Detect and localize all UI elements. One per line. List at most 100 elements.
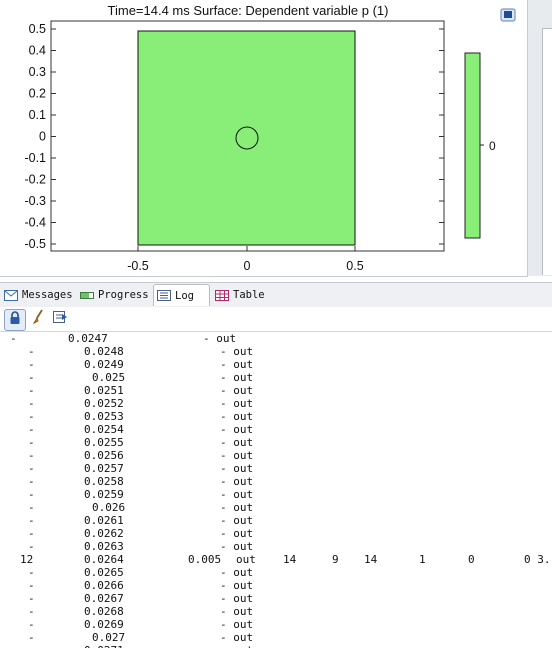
log-cell: -	[28, 644, 35, 648]
log-cell: 0.0257	[84, 462, 124, 475]
tab-label: Messages	[22, 289, 73, 301]
log-cell: - out	[220, 475, 254, 488]
colorbar-label: 0	[489, 139, 496, 153]
log-cell: - out	[220, 384, 254, 397]
log-row: - 0.0257 - out	[0, 462, 552, 475]
y-tick-label: 0.2	[29, 87, 46, 101]
log-cell: 0.0269	[84, 618, 124, 631]
clear-log-button[interactable]	[28, 308, 48, 330]
tab-progress[interactable]: Progress	[80, 285, 149, 305]
log-cell: 0	[468, 553, 475, 566]
log-cell: 0.026	[92, 501, 126, 514]
log-row: - 0.0256 - out	[0, 449, 552, 462]
log-cell: 0.0254	[84, 423, 124, 436]
tab-table[interactable]: Table	[215, 285, 265, 305]
log-row: - 0.026 - out	[0, 501, 552, 514]
log-cell: - out	[220, 605, 254, 618]
log-cell: -	[28, 475, 35, 488]
log-toolbar	[0, 307, 552, 332]
log-row: - 0.0247 - out	[0, 332, 552, 345]
log-cell: -	[28, 618, 35, 631]
log-row: - 0.0271 - out	[0, 644, 552, 648]
log-row: - 0.0249 - out	[0, 358, 552, 371]
log-row: - 0.0267 - out	[0, 592, 552, 605]
y-tick-label: 0.3	[29, 65, 46, 79]
x-tick-label: 0.5	[346, 259, 363, 273]
y-tick-label: 0	[39, 130, 46, 144]
log-icon	[157, 290, 171, 301]
log-cell: - out	[220, 644, 253, 648]
log-cell: - out	[220, 631, 254, 644]
x-tick-label: -0.5	[127, 259, 149, 273]
log-cell: 0.0256	[84, 449, 124, 462]
log-row: - 0.0251 - out	[0, 384, 552, 397]
log-cell: 0.0248	[84, 345, 124, 358]
lock-icon	[9, 310, 21, 330]
messages-icon	[4, 289, 18, 301]
log-cell: 0.025	[92, 371, 126, 384]
tab-label: Progress	[98, 289, 149, 301]
brush-icon	[31, 308, 45, 330]
y-tick-label: -0.2	[24, 173, 46, 187]
tab-messages[interactable]: Messages	[4, 285, 73, 305]
log-row: - 0.0261 - out	[0, 514, 552, 527]
surface-plot: Time=14.4 ms Surface: Dependent variable…	[24, 3, 516, 273]
log-cell: -	[28, 436, 35, 449]
export-log-button[interactable]	[50, 309, 70, 329]
log-cell: 12	[20, 553, 34, 566]
log-cell: - out	[220, 514, 254, 527]
log-cell: -	[28, 345, 35, 358]
log-cell: 9	[332, 553, 339, 566]
log-cell: 0.0266	[84, 579, 124, 592]
plot-title: Time=14.4 ms Surface: Dependent variable…	[108, 3, 389, 18]
log-cell: - out	[220, 345, 254, 358]
y-tick-label: 0.1	[29, 108, 46, 122]
log-cell: - out	[220, 371, 254, 384]
plot-panel: Time=14.4 ms Surface: Dependent variable…	[0, 0, 528, 277]
export-icon	[52, 310, 68, 329]
log-cell: - out	[220, 488, 254, 501]
log-cell: -	[28, 631, 35, 644]
surface-domain	[137, 30, 356, 246]
log-cell: - out	[220, 358, 254, 371]
log-row: - 0.027 - out	[0, 631, 552, 644]
log-cell: - out	[203, 332, 237, 345]
log-cell: 0.0261	[84, 514, 124, 527]
window-restore-icon[interactable]	[500, 8, 516, 22]
log-row: - 0.0263 - out	[0, 540, 552, 553]
tab-log[interactable]: Log	[153, 284, 210, 306]
log-row: - 0.025 - out	[0, 371, 552, 384]
log-cell: - out	[220, 618, 254, 631]
log-cell: 0.0249	[84, 358, 124, 371]
log-cell: 0.0258	[84, 475, 124, 488]
log-cell: 0.0252	[84, 397, 124, 410]
log-cell: 0.0265	[84, 566, 124, 579]
log-output[interactable]: - 0.0247 - out - 0.0248 - out - 0.0249 - out - 0.0…	[0, 332, 552, 648]
log-row: - 0.0253 - out	[0, 410, 552, 423]
log-row: - 0.0259 - out	[0, 488, 552, 501]
log-cell: - out	[220, 501, 254, 514]
log-cell: -	[28, 371, 35, 384]
lock-scroll-button[interactable]	[4, 309, 26, 331]
log-cell: 1	[419, 553, 426, 566]
log-cell: -	[28, 488, 35, 501]
log-cell: - out	[220, 423, 254, 436]
tab-label: Table	[233, 289, 265, 301]
log-cell: 0.0255	[84, 436, 124, 449]
y-tick-label: -0.5	[24, 237, 46, 251]
log-cell: 0.0262	[84, 527, 124, 540]
log-cell: -	[28, 449, 35, 462]
log-cell: -	[28, 540, 35, 553]
log-cell: out	[236, 553, 256, 566]
log-cell: -	[28, 527, 35, 540]
log-cell: -	[28, 462, 35, 475]
log-cell: - out	[220, 566, 254, 579]
log-row: - 0.0258 - out	[0, 475, 552, 488]
log-cell: - out	[220, 462, 254, 475]
log-row: - 0.0269 - out	[0, 618, 552, 631]
log-cell: 0.0271	[84, 644, 124, 648]
log-cell: -	[28, 358, 35, 371]
log-cell: -	[28, 605, 35, 618]
log-cell: 0.0251	[84, 384, 124, 397]
log-row: - 0.0255 - out	[0, 436, 552, 449]
